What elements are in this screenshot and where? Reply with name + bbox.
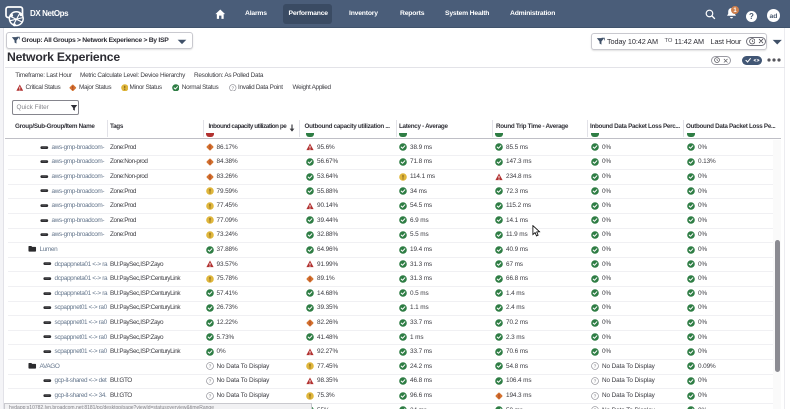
- svg-text:?: ?: [209, 364, 212, 370]
- svg-text:?: ?: [232, 85, 235, 90]
- svg-text:?: ?: [209, 393, 212, 399]
- svg-text:?: ?: [594, 393, 597, 399]
- svg-text:?: ?: [749, 12, 754, 21]
- svg-text:?: ?: [594, 379, 597, 385]
- svg-text:ad: ad: [770, 13, 778, 20]
- svg-text:?: ?: [209, 379, 212, 385]
- svg-text:?: ?: [594, 364, 597, 370]
